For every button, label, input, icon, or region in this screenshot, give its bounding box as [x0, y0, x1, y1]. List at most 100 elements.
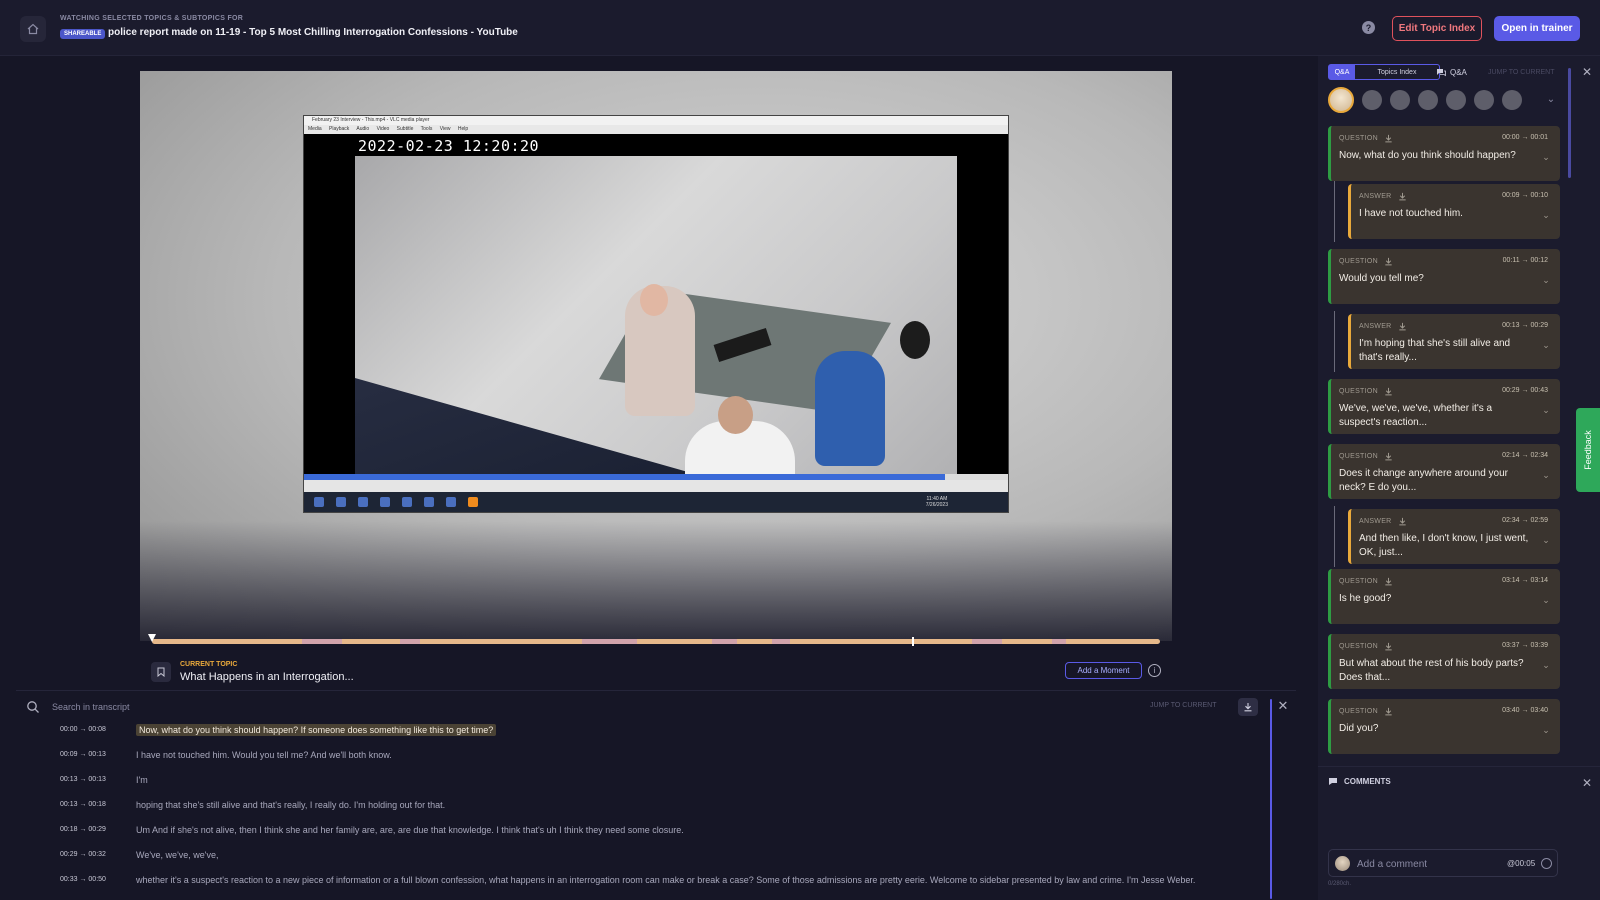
transcript-time[interactable]: 00:09 → 00:13 — [16, 749, 136, 758]
watching-label: WATCHING SELECTED TOPICS & SUBTOPICS FOR — [60, 15, 244, 22]
transcript-scrollbar[interactable] — [1270, 699, 1272, 899]
download-icon[interactable] — [1384, 387, 1393, 396]
card-time[interactable]: 03:37 → 03:39 — [1502, 642, 1548, 649]
transcript-row[interactable]: 00:09 → 00:13 I have not touched him. Wou… — [16, 749, 1256, 774]
comment-timestamp[interactable]: @00:05 — [1507, 859, 1535, 868]
chevron-down-icon[interactable]: ⌄ — [1541, 152, 1551, 162]
chevron-down-icon[interactable]: ⌄ — [1541, 595, 1551, 605]
question-card[interactable]: QUESTION 02:14 → 02:34 Does it change anyw… — [1328, 444, 1560, 499]
tab-qa[interactable]: Q&A — [1329, 65, 1355, 79]
card-time[interactable]: 00:11 → 00:12 — [1503, 257, 1548, 264]
transcript-search-input[interactable] — [52, 698, 552, 716]
download-icon[interactable] — [1398, 192, 1407, 201]
transcript-time[interactable]: 00:33 → 00:50 — [16, 874, 136, 883]
open-in-trainer-button[interactable]: Open in trainer — [1494, 16, 1580, 41]
chevron-down-icon[interactable]: ⌄ — [1541, 210, 1551, 220]
download-icon[interactable] — [1384, 642, 1393, 651]
transcript-row[interactable]: 00:18 → 00:29 Um And if she's not alive, … — [16, 824, 1256, 849]
emoji-icon[interactable] — [1541, 858, 1552, 869]
transcript-row[interactable]: 00:13 → 00:18 hoping that she's still ali… — [16, 799, 1256, 824]
qa-filter[interactable]: Q&A — [1436, 68, 1467, 77]
home-button[interactable] — [20, 16, 46, 42]
video-player[interactable]: February 23 Interview - This.mp4 - VLC m… — [140, 71, 1172, 641]
answer-card[interactable]: ANSWER 00:09 → 00:10 I have not touched hi… — [1348, 184, 1560, 239]
card-time[interactable]: 00:00 → 00:01 — [1502, 134, 1548, 141]
transcript-text: hoping that she's still alive and that's… — [136, 800, 446, 810]
card-time[interactable]: 00:09 → 00:10 — [1502, 192, 1548, 199]
card-text: Now, what do you think should happen? — [1339, 150, 1516, 161]
question-card[interactable]: QUESTION 00:29 → 00:43 We've, we've, we've… — [1328, 379, 1560, 434]
current-topic-title: What Happens in an Interrogation... — [180, 671, 354, 683]
chevron-down-icon[interactable]: ⌄ — [1541, 340, 1551, 350]
video-timeline[interactable] — [152, 637, 1160, 646]
qa-jump-to-current[interactable]: JUMP TO CURRENT — [1488, 69, 1555, 76]
chevron-down-icon[interactable]: ⌄ — [1544, 92, 1558, 106]
transcript-download-button[interactable] — [1238, 698, 1258, 716]
download-icon[interactable] — [1384, 707, 1393, 716]
close-icon[interactable]: ✕ — [1276, 698, 1290, 713]
tab-topics-index[interactable]: Topics Index — [1355, 65, 1439, 79]
close-icon[interactable]: ✕ — [1580, 65, 1594, 79]
chevron-down-icon[interactable]: ⌄ — [1541, 725, 1551, 735]
transcript-time[interactable]: 00:18 → 00:29 — [16, 824, 136, 833]
question-card[interactable]: QUESTION 03:14 → 03:14 Is he good? ⌄ — [1328, 569, 1560, 624]
download-icon[interactable] — [1398, 322, 1407, 331]
download-icon[interactable] — [1384, 452, 1393, 461]
transcript-time[interactable]: 00:13 → 00:18 — [16, 799, 136, 808]
chevron-down-icon[interactable]: ⌄ — [1541, 535, 1551, 545]
close-icon[interactable]: ✕ — [1580, 776, 1594, 790]
card-time[interactable]: 02:14 → 02:34 — [1502, 452, 1548, 459]
current-topic-label: CURRENT TOPIC — [180, 661, 238, 668]
help-icon[interactable]: ? — [1362, 21, 1375, 34]
add-moment-button[interactable]: Add a Moment — [1065, 662, 1142, 679]
card-kind: ANSWER — [1359, 192, 1407, 201]
chevron-down-icon[interactable]: ⌄ — [1541, 405, 1551, 415]
thread-line — [1334, 506, 1335, 567]
bookmark-button[interactable] — [151, 662, 171, 682]
question-card[interactable]: QUESTION 00:11 → 00:12 Would you tell me? ⌄ — [1328, 249, 1560, 304]
vlc-menu-bar: Media Playback Audio Video Subtitle Tool… — [304, 125, 1008, 134]
feedback-button[interactable]: Feedback — [1576, 408, 1600, 492]
info-icon[interactable]: i — [1148, 664, 1161, 677]
qa-scrollbar[interactable] — [1568, 68, 1571, 178]
card-kind: ANSWER — [1359, 322, 1407, 331]
answer-card[interactable]: ANSWER 00:13 → 00:29 I'm hoping that she's… — [1348, 314, 1560, 369]
chevron-down-icon[interactable]: ⌄ — [1541, 660, 1551, 670]
avatar[interactable] — [1446, 90, 1466, 110]
download-icon[interactable] — [1384, 257, 1393, 266]
avatar[interactable] — [1418, 90, 1438, 110]
download-icon[interactable] — [1384, 134, 1393, 143]
transcript-time[interactable]: 00:13 → 00:13 — [16, 774, 136, 783]
card-time[interactable]: 00:29 → 00:43 — [1502, 387, 1548, 394]
download-icon[interactable] — [1384, 577, 1393, 586]
transcript-row[interactable]: 00:13 → 00:13 I'm — [16, 774, 1256, 799]
comment-char-count: 0/280ch. — [1328, 881, 1352, 887]
card-kind: QUESTION — [1339, 577, 1393, 586]
edit-topic-index-button[interactable]: Edit Topic Index — [1392, 16, 1482, 41]
avatar[interactable] — [1502, 90, 1522, 110]
answer-card[interactable]: ANSWER 02:34 → 02:59 And then like, I don'… — [1348, 509, 1560, 564]
question-card[interactable]: QUESTION 03:37 → 03:39 But what about the … — [1328, 634, 1560, 689]
card-time[interactable]: 03:14 → 03:14 — [1502, 577, 1548, 584]
transcript-row[interactable]: 00:29 → 00:32 We've, we've, we've, — [16, 849, 1256, 874]
transcript-time[interactable]: 00:00 → 00:08 — [16, 724, 136, 733]
transcript-row[interactable]: 00:33 → 00:50 whether it's a suspect's re… — [16, 874, 1256, 900]
transcript-jump-to-current[interactable]: JUMP TO CURRENT — [1150, 702, 1217, 709]
avatar[interactable] — [1390, 90, 1410, 110]
transcript-row[interactable]: 00:00 → 00:08 Now, what do you think shou… — [16, 724, 1256, 749]
card-time[interactable]: 00:13 → 00:29 — [1502, 322, 1548, 329]
question-card[interactable]: QUESTION 00:00 → 00:01 Now, what do you th… — [1328, 126, 1560, 181]
card-time[interactable]: 03:40 → 03:40 — [1502, 707, 1548, 714]
chevron-down-icon[interactable]: ⌄ — [1541, 275, 1551, 285]
transcript-time[interactable]: 00:29 → 00:32 — [16, 849, 136, 858]
transcript-text: Now, what do you think should happen? If… — [136, 724, 1246, 736]
card-time[interactable]: 02:34 → 02:59 — [1502, 517, 1548, 524]
card-kind: QUESTION — [1339, 642, 1393, 651]
question-card[interactable]: QUESTION 03:40 → 03:40 Did you? ⌄ — [1328, 699, 1560, 754]
download-icon[interactable] — [1398, 517, 1407, 526]
comment-input[interactable] — [1357, 856, 1497, 872]
chevron-down-icon[interactable]: ⌄ — [1541, 470, 1551, 480]
avatar[interactable] — [1474, 90, 1494, 110]
avatar[interactable] — [1362, 90, 1382, 110]
avatar[interactable] — [1328, 87, 1354, 113]
